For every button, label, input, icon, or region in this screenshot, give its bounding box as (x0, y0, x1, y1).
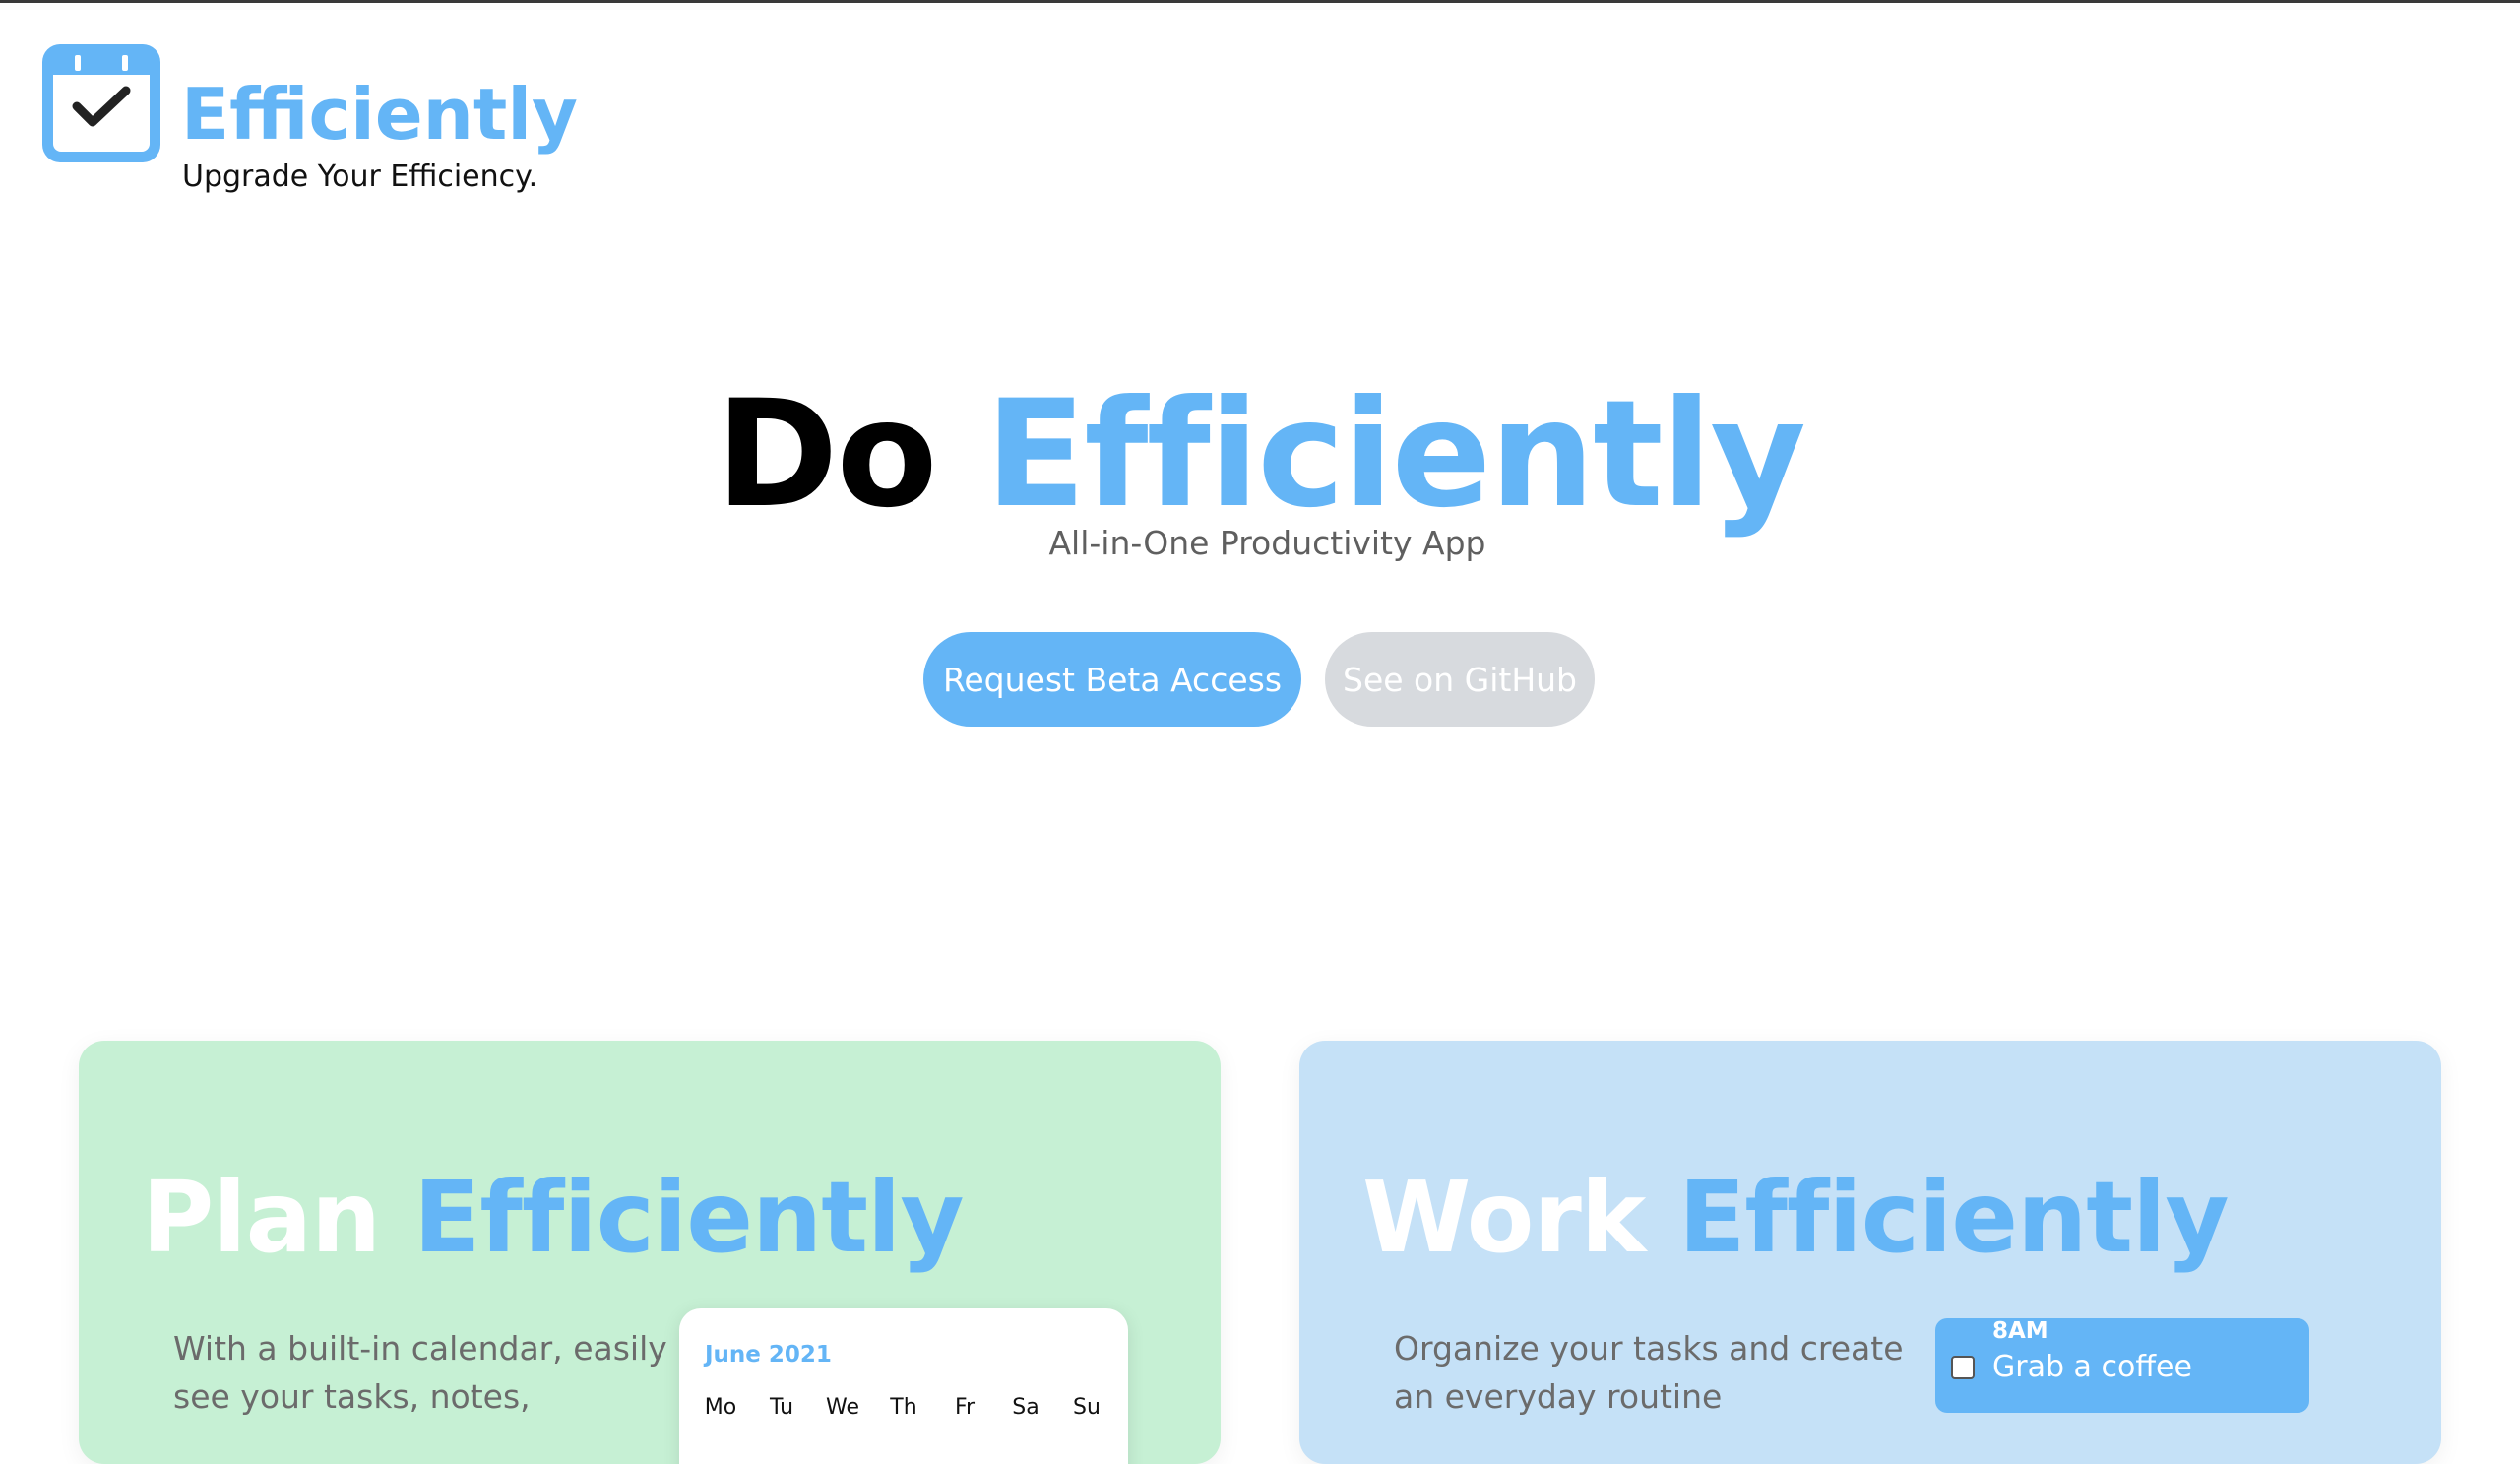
top-border (0, 0, 2520, 3)
brand-name: Efficiently (181, 73, 578, 156)
task-time: 8AM (1992, 1318, 2048, 1344)
plan-title-word: Plan (142, 1160, 381, 1275)
weekday-sa: Sa (1012, 1395, 1040, 1420)
weekday-fr: Fr (954, 1395, 976, 1420)
calendar-month: June 2021 (705, 1342, 832, 1368)
work-feature-card: Work Efficiently Organize your tasks and… (1299, 1041, 2441, 1464)
task-item[interactable]: 8AM Grab a coffee (1935, 1318, 2309, 1413)
task-checkbox[interactable] (1951, 1356, 1975, 1379)
plan-card-title: Plan Efficiently (142, 1159, 965, 1277)
work-title-word: Work (1362, 1160, 1646, 1275)
calendar-preview: June 2021 Mo Tu We Th Fr Sa Su (679, 1308, 1128, 1464)
weekday-we: We (826, 1395, 859, 1420)
calendar-weekdays: Mo Tu We Th Fr Sa Su (697, 1395, 1110, 1420)
brand-tagline: Upgrade Your Efficiency. (182, 159, 538, 194)
hero-title: Do Efficiently (0, 366, 2520, 543)
hero-title-efficiently: Efficiently (984, 369, 1806, 541)
work-card-description: Organize your tasks and create an everyd… (1394, 1329, 1904, 1416)
work-title-efficiently: Efficiently (1678, 1160, 2229, 1275)
work-card-title: Work Efficiently (1362, 1159, 2230, 1277)
hero-title-do: Do (716, 369, 938, 541)
request-beta-access-button[interactable]: Request Beta Access (923, 632, 1301, 727)
weekday-mo: Mo (704, 1395, 737, 1420)
weekday-su: Su (1073, 1395, 1101, 1420)
task-label: Grab a coffee (1992, 1350, 2192, 1384)
plan-title-efficiently: Efficiently (413, 1160, 964, 1275)
see-on-github-button[interactable]: See on GitHub (1325, 632, 1595, 727)
plan-feature-card: Plan Efficiently With a built-in calenda… (79, 1041, 1221, 1464)
hero-subtitle: All-in-One Productivity App (1048, 524, 1486, 562)
calendar-check-icon (42, 44, 160, 162)
weekday-th: Th (890, 1395, 917, 1420)
plan-card-description: With a built-in calendar, easily see you… (173, 1329, 667, 1416)
weekday-tu: Tu (769, 1395, 794, 1420)
